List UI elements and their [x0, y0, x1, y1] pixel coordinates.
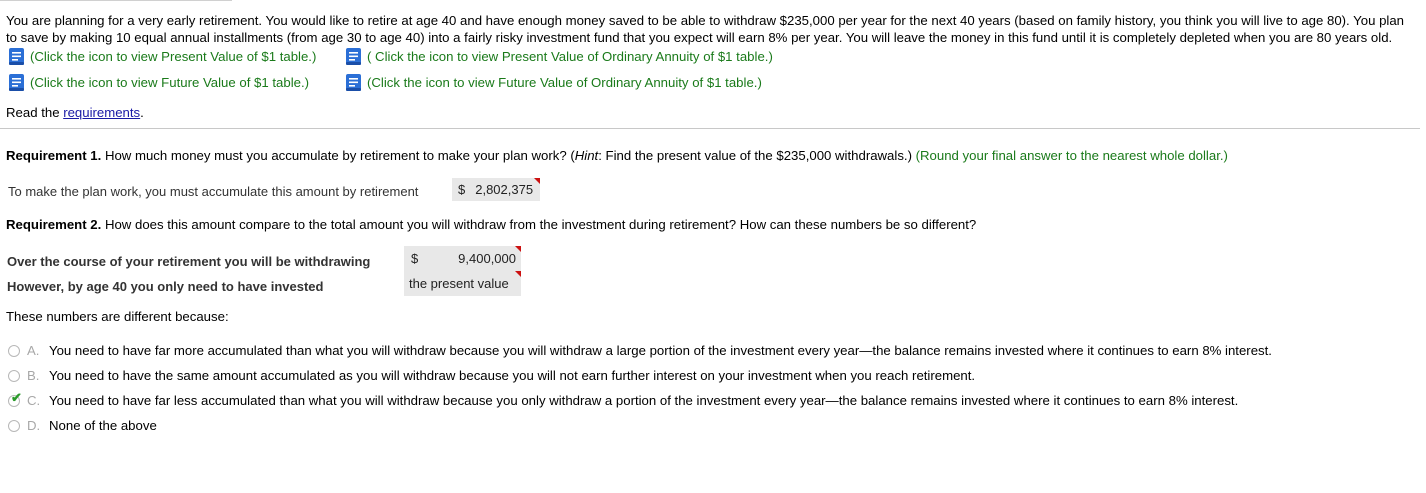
radio-button-b[interactable] — [8, 369, 20, 382]
withdrawing-total-field[interactable]: $ 9,400,000 — [404, 246, 521, 271]
radio-button-d[interactable] — [8, 419, 20, 432]
pvoa-table-link[interactable]: ( Click the icon to view Present Value o… — [345, 47, 773, 66]
requirement-2: Requirement 2. How does this amount comp… — [6, 217, 976, 232]
requirement-1: Requirement 1. How much money must you a… — [6, 148, 1228, 163]
top-rule — [0, 0, 232, 1]
req2-label: Requirement 2. — [6, 217, 102, 232]
pv1-table-link[interactable]: (Click the icon to view Present Value of… — [8, 47, 316, 66]
feedback-flag-icon — [515, 271, 521, 277]
option-d[interactable]: D. None of the above — [8, 418, 157, 433]
because-label: These numbers are different because: — [6, 309, 229, 324]
fvoa-table-link[interactable]: (Click the icon to view Future Value of … — [345, 73, 762, 92]
withdrawing-currency: $ — [411, 251, 419, 266]
invested-select[interactable]: the present value — [404, 271, 521, 296]
read-suffix: . — [140, 105, 144, 120]
book-icon[interactable] — [345, 73, 363, 92]
checkmark-icon: ✔ — [11, 389, 22, 405]
withdrawing-label: Over the course of your retirement you w… — [7, 254, 371, 269]
requirements-link[interactable]: requirements — [63, 105, 140, 120]
req2-text: How does this amount compare to the tota… — [101, 217, 977, 232]
book-icon[interactable] — [8, 47, 26, 66]
option-letter: D. — [27, 418, 41, 433]
req1-answer-value: 2,802,375 — [475, 182, 534, 197]
fv1-table-link[interactable]: (Click the icon to view Future Value of … — [8, 73, 309, 92]
option-a[interactable]: A. You need to have far more accumulated… — [8, 343, 1272, 358]
option-text: You need to have the same amount accumul… — [49, 368, 976, 383]
option-letter: A. — [27, 343, 40, 358]
section-divider — [0, 128, 1420, 129]
pvoa-link-text[interactable]: ( Click the icon to view Present Value o… — [367, 49, 773, 64]
req1-text-b: : Find the present value of the $235,000… — [598, 148, 916, 163]
option-c[interactable]: ✔ C. You need to have far less accumulat… — [8, 390, 1239, 408]
radio-button-c[interactable]: ✔ — [8, 390, 22, 407]
feedback-flag-icon — [515, 246, 521, 252]
fv1-link-text[interactable]: (Click the icon to view Future Value of … — [30, 75, 309, 90]
req1-answer-label: To make the plan work, you must accumula… — [8, 184, 419, 199]
feedback-flag-icon — [534, 178, 540, 184]
pv1-link-text[interactable]: (Click the icon to view Present Value of… — [30, 49, 316, 64]
req1-hint: Hint — [574, 148, 599, 163]
read-prefix: Read the — [6, 105, 64, 120]
req1-currency: $ — [458, 182, 466, 197]
option-text: None of the above — [49, 418, 157, 433]
option-b[interactable]: B. You need to have the same amount accu… — [8, 368, 975, 383]
req1-text-a: How much money must you accumulate by re… — [101, 148, 575, 163]
fvoa-link-text[interactable]: (Click the icon to view Future Value of … — [367, 75, 762, 90]
req1-answer-field[interactable]: $ 2,802,375 — [452, 178, 540, 201]
req1-label: Requirement 1. — [6, 148, 102, 163]
option-text: You need to have far less accumulated th… — [49, 393, 1239, 408]
problem-statement: You are planning for a very early retire… — [6, 13, 1404, 45]
option-letter: B. — [27, 368, 40, 383]
invested-label: However, by age 40 you only need to have… — [7, 279, 324, 294]
book-icon[interactable] — [345, 47, 363, 66]
invested-value: the present value — [409, 276, 509, 291]
radio-button-a[interactable] — [8, 344, 20, 357]
read-requirements: Read the requirements. — [6, 105, 144, 120]
option-letter: C. — [27, 393, 41, 408]
withdrawing-value: 9,400,000 — [458, 251, 516, 266]
option-text: You need to have far more accumulated th… — [49, 343, 1272, 358]
req1-instruction: (Round your final answer to the nearest … — [915, 148, 1228, 163]
book-icon[interactable] — [8, 73, 26, 92]
